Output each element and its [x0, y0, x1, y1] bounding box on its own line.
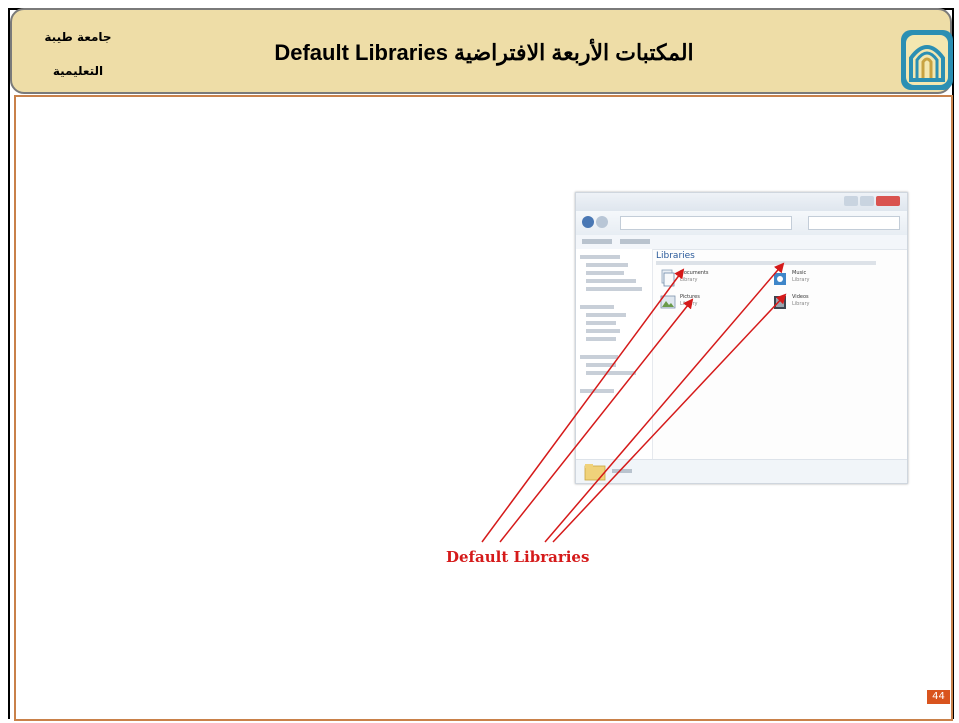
library-name: Music: [792, 270, 807, 276]
library-kind: Library: [680, 277, 698, 283]
page-number-badge: 44: [927, 690, 950, 704]
explorer-command-bar: [576, 235, 907, 250]
explorer-address-bar: [576, 211, 907, 236]
library-item-music[interactable]: Music Library: [772, 269, 832, 291]
documents-library-icon: [661, 269, 675, 287]
library-item-documents[interactable]: Documents Library: [660, 269, 720, 291]
library-name: Pictures: [680, 294, 700, 300]
slide-header: جامعة طيبة التعليمية المكتبات الأربعة ال…: [10, 8, 953, 94]
videos-library-icon: [774, 296, 786, 309]
pictures-library-icon: [660, 295, 676, 309]
library-kind: Library: [792, 301, 810, 307]
libraries-subtitle: [656, 261, 876, 265]
taibah-university-logo-icon: [901, 30, 953, 90]
university-name-line2: التعليمية: [52, 64, 104, 78]
libraries-heading: Libraries: [656, 251, 695, 261]
university-name-line1: جامعة طيبة: [44, 30, 112, 44]
default-libraries-callout: Default Libraries: [446, 548, 590, 566]
windows-explorer-screenshot: Libraries Documents Library Music Librar…: [575, 192, 908, 484]
library-item-pictures[interactable]: Pictures Library: [660, 293, 720, 315]
explorer-navigation-pane: [576, 249, 653, 459]
explorer-status-bar: [576, 459, 907, 483]
library-kind: Library: [680, 301, 698, 307]
library-folder-icon: [584, 464, 606, 481]
university-name: جامعة طيبة التعليمية: [32, 20, 124, 88]
library-kind: Library: [792, 277, 810, 283]
explorer-titlebar: [576, 193, 907, 211]
library-name: Documents: [680, 270, 709, 276]
library-name: Videos: [792, 294, 809, 300]
music-library-icon: [774, 273, 786, 285]
library-item-videos[interactable]: Videos Library: [772, 293, 832, 315]
slide-title: المكتبات الأربعة الافتراضية Default Libr…: [274, 40, 694, 65]
